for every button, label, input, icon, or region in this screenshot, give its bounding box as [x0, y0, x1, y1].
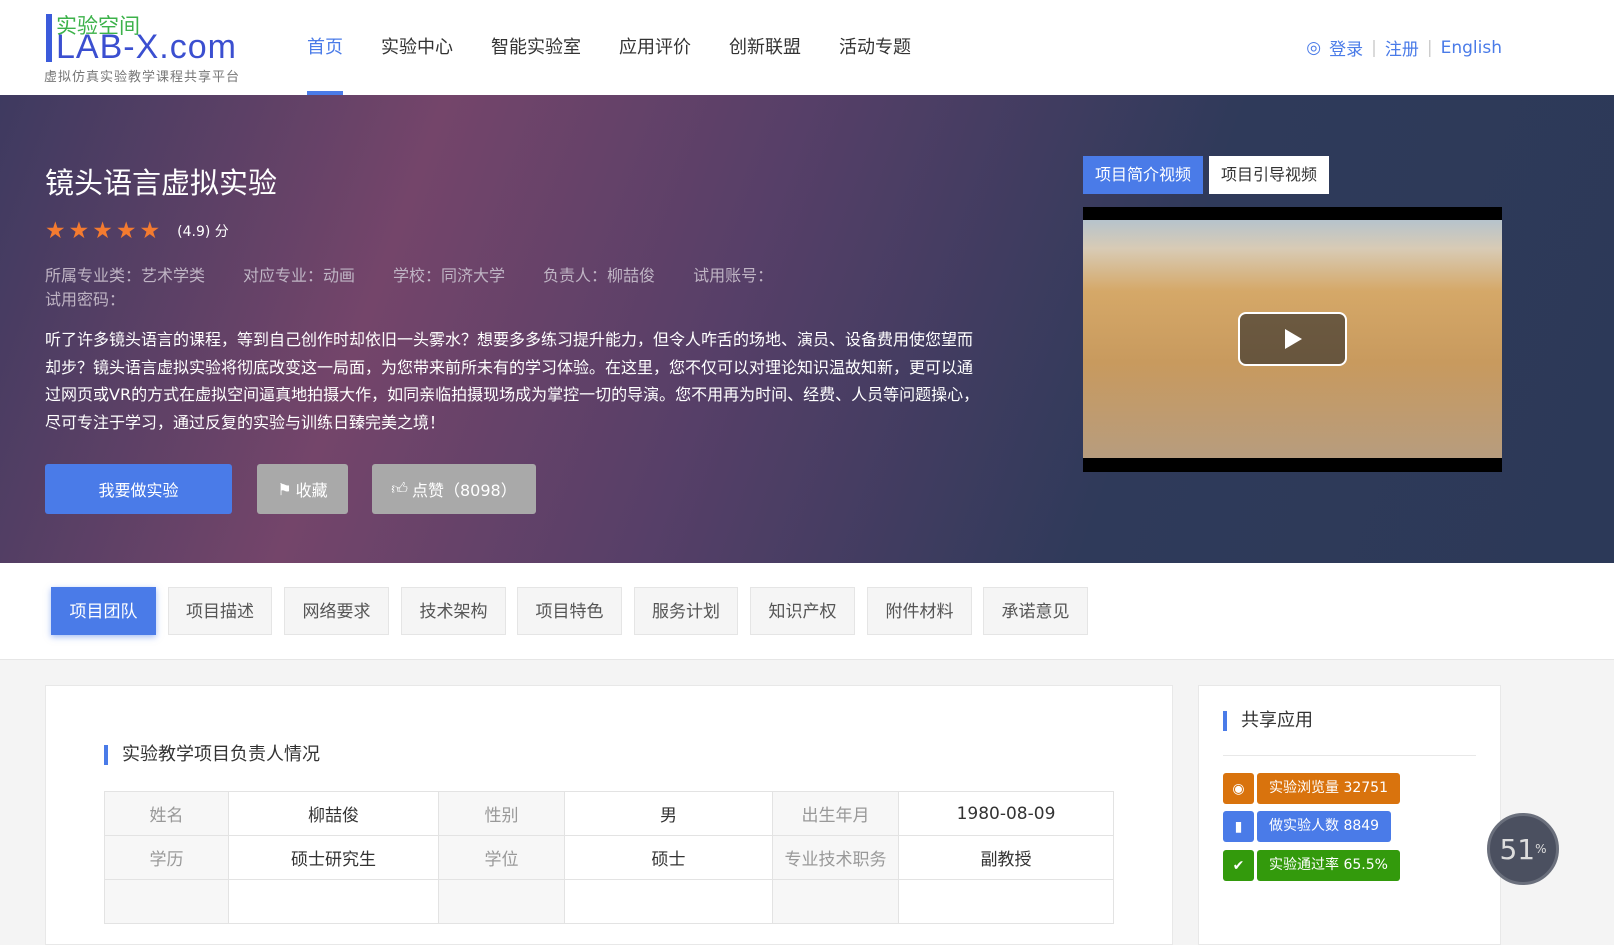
table-row: 学历 硕士研究生 学位 硕士 专业技术职务 副教授: [104, 835, 1114, 880]
nav-activities[interactable]: 活动专题: [839, 0, 911, 95]
star-icon: ★: [115, 218, 137, 244]
performance-gauge[interactable]: 51%: [1487, 813, 1559, 885]
stat-users: ▮ 做实验人数 8849: [1223, 811, 1392, 842]
tab-attachments[interactable]: 附件材料: [867, 587, 972, 635]
user-icon: ◎: [1306, 37, 1322, 58]
nav-lab-center[interactable]: 实验中心: [381, 0, 453, 95]
video-player[interactable]: [1083, 207, 1502, 472]
meta-category: 所属专业类：艺术学类: [45, 266, 206, 285]
project-meta: 所属专业类：艺术学类 对应专业：动画 学校：同济大学 负责人：柳喆俊 试用账号： 试用密码…: [45, 264, 845, 312]
header: 实验空间 LAB-X.com 虚拟仿真实验教学课程共享平台 首页 实验中心 智能…: [0, 0, 1614, 95]
favorite-button[interactable]: ⚑ 收藏: [257, 464, 348, 514]
tab-architecture[interactable]: 技术架构: [401, 587, 506, 635]
share-title: 共享应用: [1223, 711, 1313, 731]
person-icon: ▮: [1223, 811, 1254, 842]
shield-check-icon: ✔: [1223, 850, 1254, 881]
logo[interactable]: 实验空间 LAB-X.com 虚拟仿真实验教学课程共享平台: [44, 10, 274, 85]
nav-home[interactable]: 首页: [307, 0, 343, 95]
star-icon: ★: [68, 218, 90, 244]
english-link[interactable]: English: [1441, 38, 1502, 58]
hero: 镜头语言虚拟实验 ★ ★ ★ ★ ★ (4.9) 分 所属专业类：艺术学类 对应专业：动画…: [0, 95, 1614, 563]
rating: ★ ★ ★ ★ ★ (4.9) 分: [45, 218, 229, 244]
tab-features[interactable]: 项目特色: [517, 587, 622, 635]
meta-trial-password: 试用密码：: [45, 290, 126, 309]
tab-ip[interactable]: 知识产权: [750, 587, 855, 635]
meta-school: 学校：同济大学: [393, 266, 506, 285]
like-button[interactable]: 👍︎ 点赞（8098）: [372, 464, 536, 514]
thumbs-up-icon: 👍︎: [391, 479, 408, 498]
stat-pass-rate: ✔ 实验通过率 65.5%: [1223, 850, 1400, 881]
register-link[interactable]: 注册: [1385, 35, 1419, 60]
bookmark-icon: ⚑: [277, 479, 292, 499]
table-row: 姓名 柳喆俊 性别男出生年月 1980-08-09: [104, 791, 1114, 836]
play-icon[interactable]: [1238, 312, 1347, 366]
meta-major: 对应专业：动画: [243, 266, 356, 285]
leader-table: 姓名 柳喆俊 性别男出生年月 1980-08-09 学历 硕士研究生 学位 硕士 专业技术职务…: [104, 791, 1114, 924]
nav-alliance[interactable]: 创新联盟: [729, 0, 801, 95]
rating-score: (4.9) 分: [177, 224, 229, 240]
tab-team[interactable]: 项目团队: [51, 587, 156, 635]
login-link[interactable]: 登录: [1329, 35, 1363, 60]
tab-network[interactable]: 网络要求: [284, 587, 389, 635]
meta-leader: 负责人：柳喆俊: [543, 266, 656, 285]
tab-service-plan[interactable]: 服务计划: [634, 587, 738, 635]
tab-intro-video[interactable]: 项目简介视频: [1083, 156, 1204, 194]
nav-evaluation[interactable]: 应用评价: [619, 0, 691, 95]
nav-smart-lab[interactable]: 智能实验室: [491, 0, 581, 95]
eye-icon: ◉: [1223, 773, 1254, 804]
project-description: 听了许多镜头语言的课程，等到自己创作时却依旧一头雾水？想要多多练习提升能力，但令…: [45, 330, 980, 432]
page-title: 镜头语言虚拟实验: [45, 166, 278, 200]
project-tabs: 项目团队 项目描述 网络要求 技术架构 项目特色 服务计划 知识产权 附件材料 …: [0, 563, 1614, 660]
star-icon: ★: [45, 218, 66, 244]
tab-description[interactable]: 项目描述: [168, 587, 272, 635]
main-nav: 首页 实验中心 智能实验室 应用评价 创新联盟 活动专题: [307, 0, 949, 95]
star-icon: ★: [92, 218, 113, 244]
star-icon: ★: [139, 218, 161, 244]
stat-views: ◉ 实验浏览量 32751: [1223, 773, 1400, 804]
tab-commitment[interactable]: 承诺意见: [983, 587, 1088, 635]
meta-trial-account: 试用账号：: [693, 266, 774, 285]
do-experiment-button[interactable]: 我要做实验: [45, 464, 232, 514]
section-title: 实验教学项目负责人情况: [104, 745, 320, 765]
tab-guide-video[interactable]: 项目引导视频: [1209, 156, 1330, 194]
